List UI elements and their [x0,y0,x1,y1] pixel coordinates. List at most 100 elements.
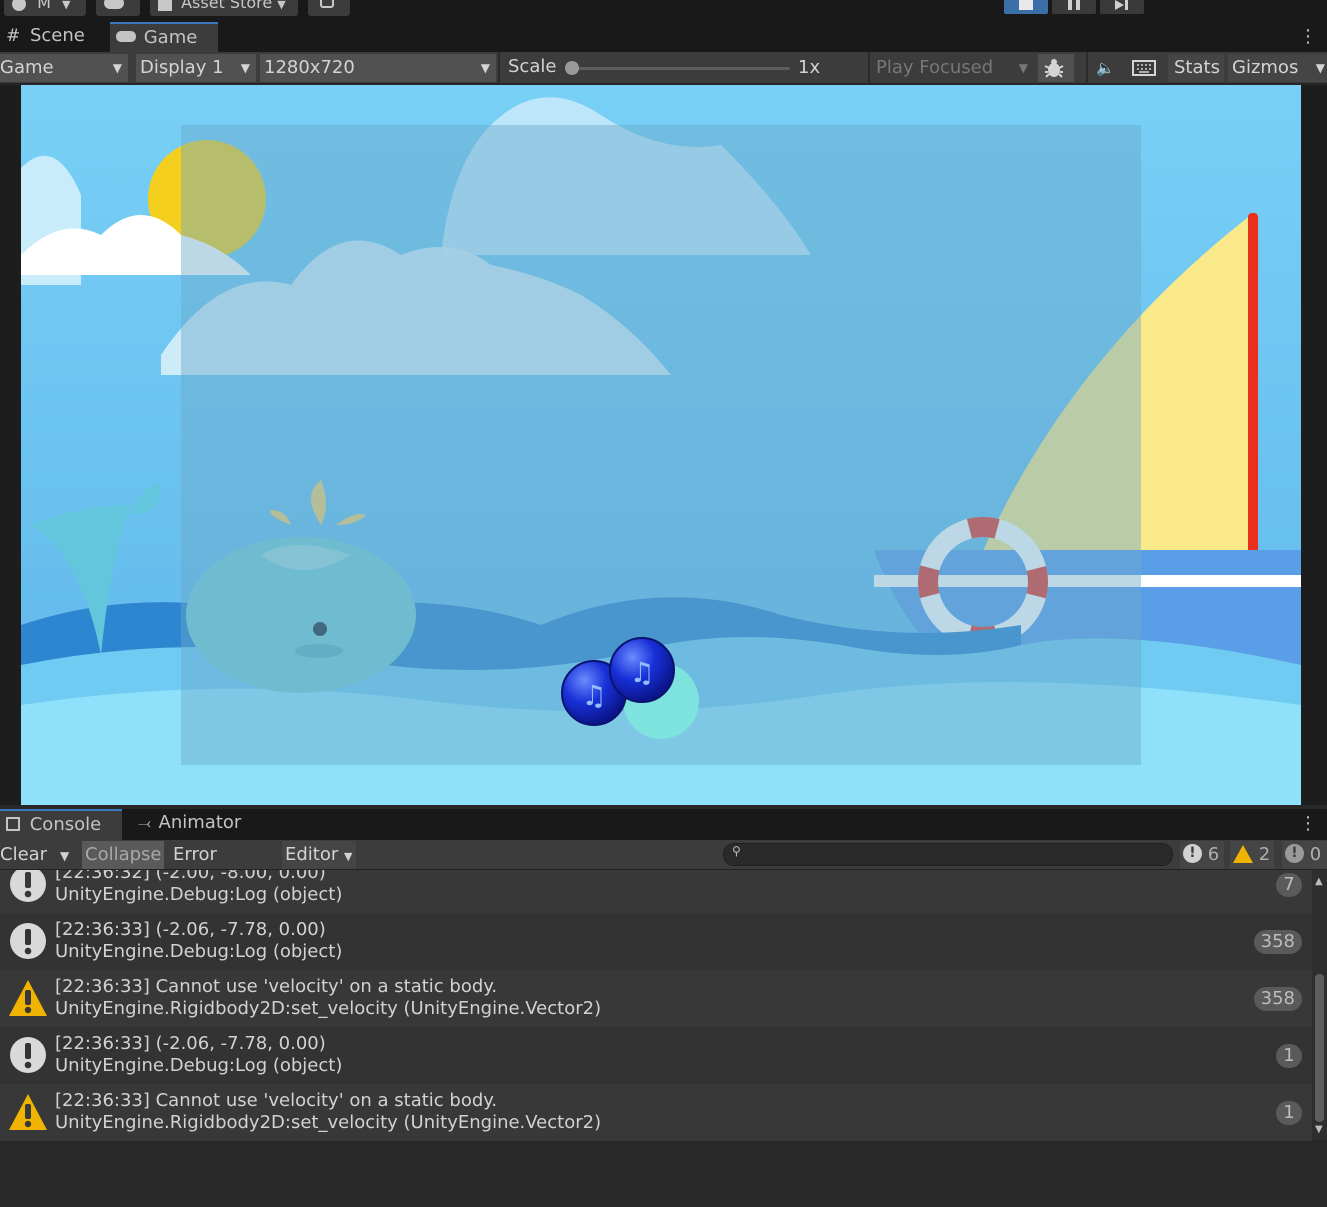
asset-store-button[interactable]: Asset Store ▼ [150,0,298,16]
viewport-margin-right [1301,85,1327,805]
gizmos-label: Gizmos [1232,57,1299,78]
play-button[interactable] [1004,0,1048,14]
view-tabbar: # Scene Game ⋮ [0,22,1327,52]
stop-icon [1019,0,1033,10]
display-dropdown[interactable]: Display 1 ▼ [136,54,256,82]
entry-message: [22:36:33] (-2.06, -7.78, 0.00) [55,919,326,940]
scale-label: Scale [508,56,557,77]
pause-icon [1068,0,1072,10]
editor-dropdown[interactable]: Editor ▼ [282,841,356,869]
info-icon [10,923,46,959]
console-entry[interactable]: [22:36:33] (-2.06, -7.78, 0.00) UnityEng… [0,1027,1312,1084]
error-filter-toggle[interactable]: ! 0 [1282,841,1327,869]
warning-icon [1233,844,1253,863]
game-view-dropdown[interactable]: Game ▼ [0,54,128,82]
account-label: M [37,0,51,12]
tab-animator[interactable]: ⤙ Animator [132,809,262,840]
music-note-icon: ♫ [629,656,654,689]
clear-options-dropdown[interactable]: ▼ [54,841,76,869]
view-menu-icon[interactable]: ⋮ [1299,26,1317,47]
console-entry[interactable]: [22:36:33] (-2.06, -7.78, 0.00) UnityEng… [0,913,1312,970]
cloud-button[interactable] [96,0,140,16]
account-dropdown[interactable]: M ▼ [4,0,86,16]
warning-count: 2 [1258,844,1271,865]
console-search-input[interactable]: ⚲ [723,843,1173,866]
viewport-margin-left [0,85,21,805]
console-entry[interactable]: [22:36:33] Cannot use 'velocity' on a st… [0,1084,1312,1141]
search-icon: ⚲ [732,844,741,858]
entry-count-badge: 1 [1276,1044,1302,1068]
entry-count-badge: 7 [1276,873,1302,897]
shortcuts-toggle[interactable] [1128,54,1164,82]
console-entry[interactable]: [22:36:33] Cannot use 'velocity' on a st… [0,970,1312,1027]
gizmos-toggle[interactable]: Gizmos ▼ [1228,54,1327,82]
step-icon-bar [1125,0,1128,10]
log-filter-toggle[interactable]: ! 6 [1180,841,1224,869]
play-focused-dropdown[interactable]: Play Focused ▼ [872,54,1034,82]
chevron-down-icon: ▼ [480,61,490,75]
gamepad-icon [116,31,136,42]
package-icon [320,0,334,8]
chevron-down-icon: ▼ [344,850,353,863]
chevron-down-icon: ▼ [60,849,70,863]
entry-count-badge: 1 [1276,1101,1302,1125]
chevron-down-icon: ▼ [277,0,286,11]
scale-slider-thumb[interactable] [565,61,579,75]
scroll-down-icon[interactable]: ▼ [1315,1124,1323,1135]
divider [868,52,870,84]
error-pause-toggle[interactable]: Error Pause [170,841,278,893]
clear-label: Clear [0,844,48,865]
console-scrollbar[interactable]: ▲ ▼ [1312,870,1327,1140]
game-viewport[interactable]: ♫ ♫ [21,85,1301,805]
scroll-up-icon[interactable]: ▲ [1315,876,1323,887]
tab-game[interactable]: Game [110,22,218,52]
entry-count-badge: 358 [1253,987,1302,1011]
info-icon [10,870,46,902]
entry-stacktrace: UnityEngine.Debug:Log (object) [55,941,343,962]
collapse-toggle[interactable]: Collapse [82,841,164,869]
entry-message: [22:36:33] Cannot use 'velocity' on a st… [55,976,498,997]
speaker-icon: 🔈 [1096,59,1115,77]
resolution-dropdown[interactable]: 1280x720 ▼ [260,54,496,82]
console-toolbar: Clear ▼ Collapse Error Pause Editor ▼ ⚲ … [0,840,1327,893]
grid-icon: # [6,26,21,46]
scrollbar-thumb[interactable] [1315,974,1324,1122]
entry-stacktrace: UnityEngine.Debug:Log (object) [55,1055,343,1076]
chevron-down-icon: ▼ [62,0,71,11]
tab-console[interactable]: Console [0,809,122,840]
console-entry[interactable]: [22:36:32] (-2.00, -8.00, 0.00) UnityEng… [0,870,1312,913]
main-toolbar: M ▼ Asset Store ▼ [0,0,1327,22]
chevron-down-icon: ▼ [1018,61,1028,75]
entry-stacktrace: UnityEngine.Debug:Log (object) [55,884,343,905]
mast [1248,213,1258,553]
scale-value: 1x [798,57,821,78]
step-button[interactable] [1100,0,1144,14]
play-focused-label: Play Focused [876,57,994,78]
tab-scene-label: Scene [29,25,85,46]
divider [1086,52,1088,84]
game-view-label: Game [0,57,54,78]
animator-icon: ⤙ [138,813,151,832]
clear-button[interactable]: Clear [0,841,52,869]
tab-animator-label: Animator [158,812,242,833]
debug-toggle[interactable] [1038,54,1074,82]
error-icon: ! [1285,844,1304,863]
chevron-down-icon: ▼ [1315,61,1325,75]
console-menu-icon[interactable]: ⋮ [1299,813,1317,834]
chevron-down-icon: ▼ [112,61,122,75]
console-icon [6,816,20,831]
warning-filter-toggle[interactable]: 2 [1230,841,1274,869]
warning-icon [9,1094,47,1130]
package-button[interactable] [308,0,350,16]
tab-game-label: Game [143,27,198,48]
tab-scene[interactable]: # Scene [0,22,108,52]
stats-toggle[interactable]: Stats [1168,54,1224,82]
cloud-icon [104,0,124,9]
console-log-list[interactable]: [22:36:32] (-2.00, -8.00, 0.00) UnityEng… [0,870,1312,1207]
scale-slider[interactable] [565,61,790,75]
entry-message: [22:36:32] (-2.00, -8.00, 0.00) [55,870,326,883]
divider [498,52,500,84]
pause-button[interactable] [1052,0,1096,14]
mute-audio-toggle[interactable]: 🔈 [1092,54,1124,82]
log-count: 6 [1207,844,1220,865]
